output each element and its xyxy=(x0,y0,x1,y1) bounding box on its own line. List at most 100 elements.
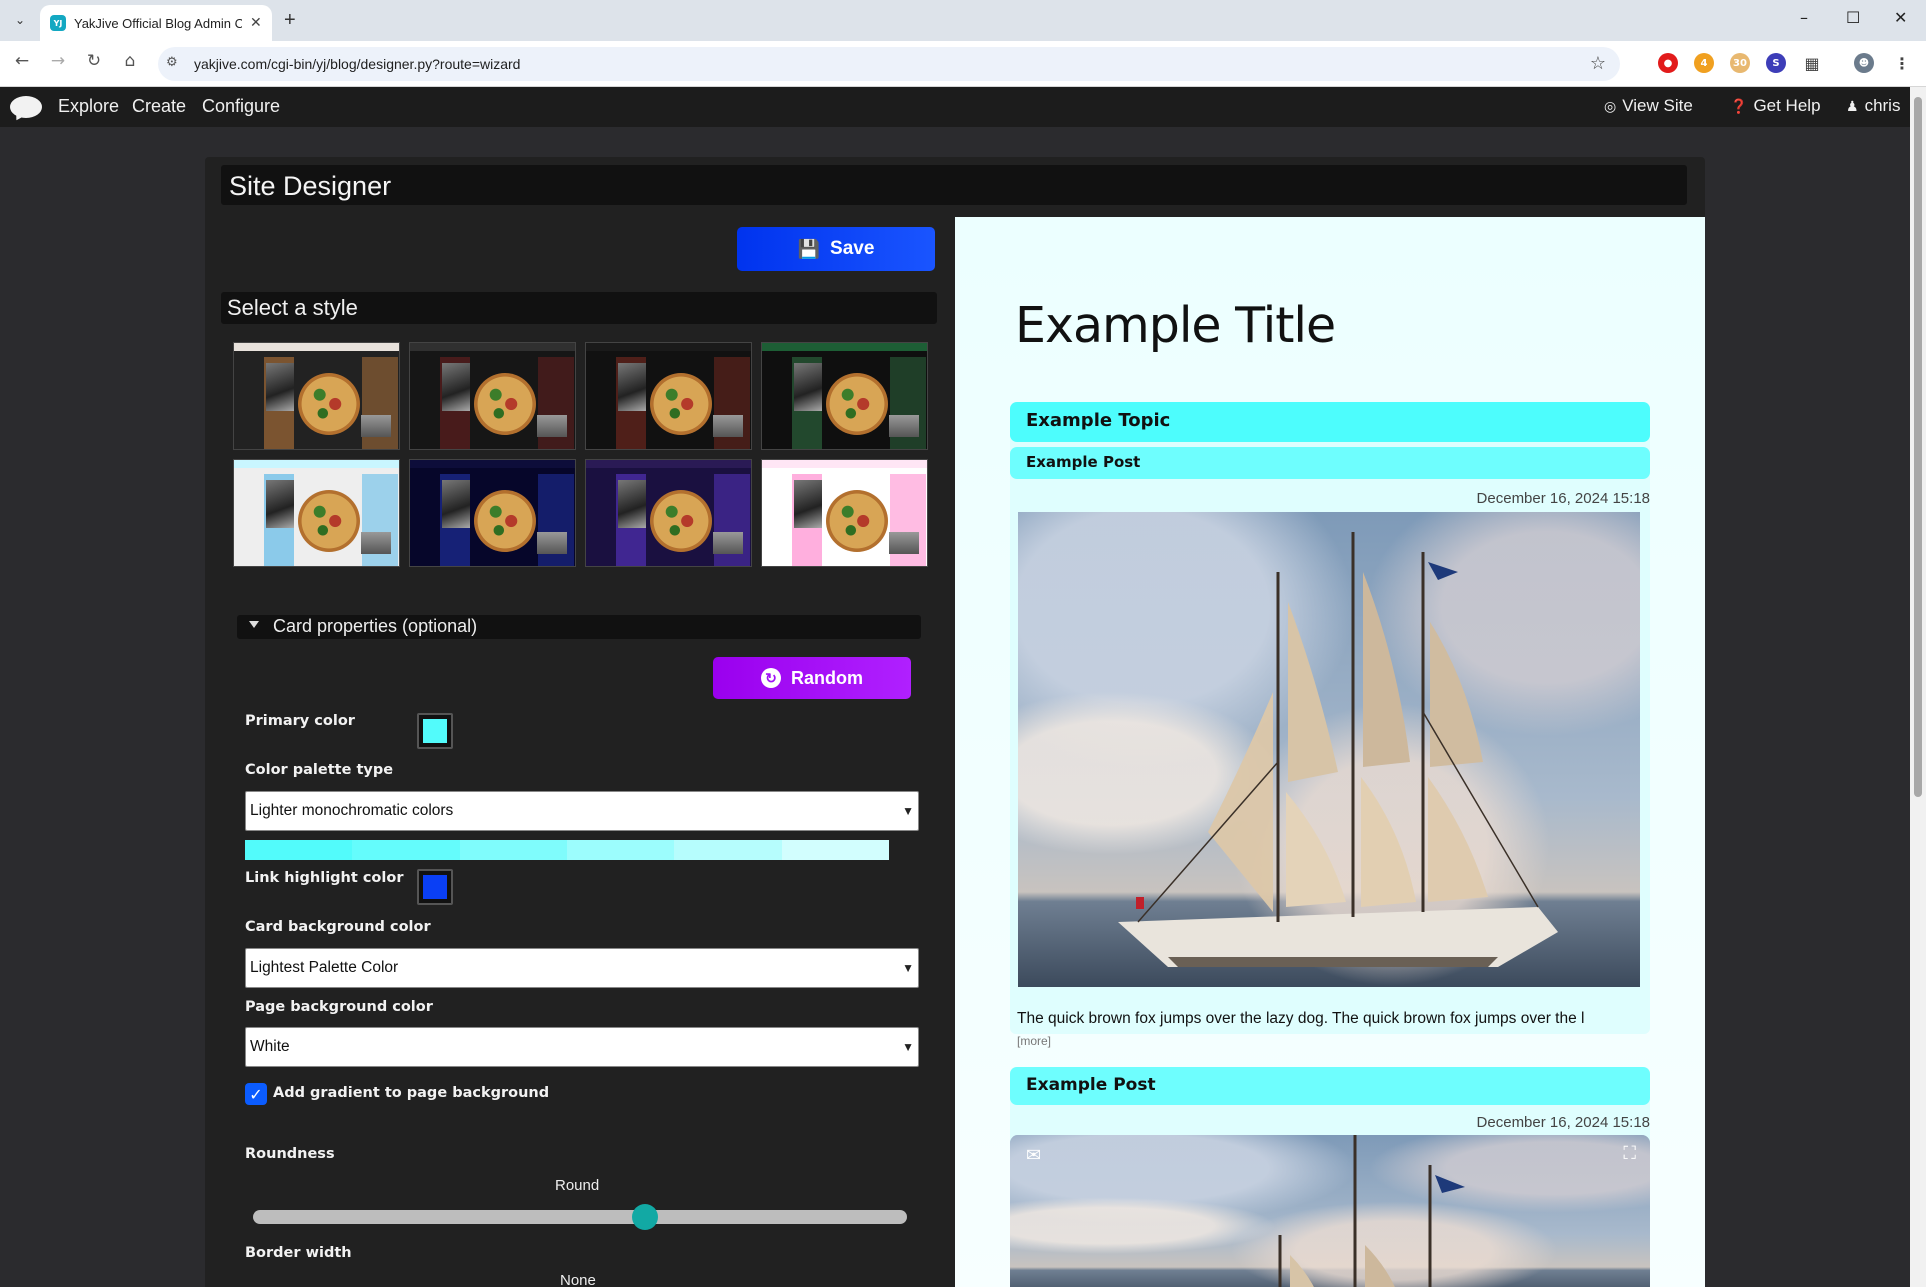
back-icon[interactable]: ← xyxy=(10,51,34,71)
nav-configure[interactable]: Configure xyxy=(202,96,280,117)
globe-icon: ◎ xyxy=(1604,97,1617,114)
panel-header: Site Designer xyxy=(221,165,1687,205)
link-color-swatch xyxy=(423,875,447,899)
site-designer-panel: Site Designer 💾 Save Select a style Card… xyxy=(205,157,1705,1287)
browser-tab[interactable]: YJ YakJive Official Blog Admin Con ✕ xyxy=(40,5,272,41)
site-info-icon[interactable]: ⚙ xyxy=(166,55,178,70)
extensions-puzzle-icon[interactable]: ▦ xyxy=(1802,53,1822,73)
primary-color-picker[interactable] xyxy=(417,713,453,749)
preview-topic-bar[interactable]: Example Topic xyxy=(1010,402,1650,442)
style-thumbnail[interactable] xyxy=(761,459,928,567)
adblock-extension-icon[interactable]: ● xyxy=(1658,53,1678,73)
card-bg-value: Lightest Palette Color xyxy=(250,959,399,976)
help-icon: ❓ xyxy=(1730,97,1748,114)
style-thumbnail[interactable] xyxy=(585,342,752,450)
select-chevron-icon: ▼ xyxy=(902,804,914,818)
user-name: chris xyxy=(1864,96,1901,115)
page-bg-value: White xyxy=(250,1038,290,1055)
border-width-label: Border width xyxy=(245,1245,352,1261)
palette-swatch xyxy=(674,840,782,860)
user-menu[interactable]: ♟ chris xyxy=(1846,96,1900,116)
ship-illustration xyxy=(1118,532,1558,967)
roundness-slider-thumb[interactable] xyxy=(632,1204,659,1230)
card-bg-select[interactable]: Lightest Palette Color ▼ xyxy=(245,948,919,988)
random-label: Random xyxy=(791,667,863,688)
page-bg-select[interactable]: White ▼ xyxy=(245,1027,919,1067)
save-button[interactable]: 💾 Save xyxy=(737,227,935,271)
minimize-icon[interactable]: – xyxy=(1800,8,1808,27)
palette-swatch xyxy=(245,840,353,860)
preview-post-date-2: December 16, 2024 15:18 xyxy=(1476,1114,1650,1131)
app-navbar: Explore Create Configure ◎ View Site ❓ G… xyxy=(0,87,1910,127)
preview-post-bar[interactable]: Example Post xyxy=(1010,447,1650,479)
style-thumbnail[interactable] xyxy=(761,342,928,450)
card-properties-toggle[interactable]: Card properties (optional) xyxy=(237,615,921,639)
style-thumbnail[interactable] xyxy=(233,459,400,567)
scrollbar-thumb[interactable] xyxy=(1914,97,1922,797)
gradient-checkbox[interactable]: ✓ xyxy=(245,1083,267,1105)
palette-preview xyxy=(245,840,889,860)
style-section-header: Select a style xyxy=(221,292,937,324)
url-text[interactable]: yakjive.com/cgi-bin/yj/blog/designer.py?… xyxy=(194,56,520,72)
preview-post-bar-2[interactable]: Example Post xyxy=(1010,1067,1650,1105)
caret-down-icon xyxy=(249,621,259,628)
get-help-label: Get Help xyxy=(1753,96,1821,115)
reload-icon[interactable]: ↻ xyxy=(82,51,106,71)
view-site-link[interactable]: ◎ View Site xyxy=(1604,96,1693,116)
roundness-slider-track[interactable] xyxy=(253,1210,907,1224)
get-help-link[interactable]: ❓ Get Help xyxy=(1730,96,1821,116)
weather-extension-icon[interactable]: 30 xyxy=(1730,53,1750,73)
nav-create[interactable]: Create xyxy=(132,96,186,117)
browser-menu-icon[interactable]: ⋮ xyxy=(1892,53,1912,73)
page-scrollbar[interactable] xyxy=(1910,87,1926,1287)
style-thumbnail[interactable] xyxy=(233,342,400,450)
random-button[interactable]: ↻ Random xyxy=(713,657,911,699)
ship-illustration-2 xyxy=(1278,1135,1465,1287)
forward-icon[interactable]: → xyxy=(46,51,70,71)
border-width-value: None xyxy=(560,1272,596,1287)
style-section-title: Select a style xyxy=(227,295,358,320)
page-bg-label: Page background color xyxy=(245,999,433,1015)
save-label: Save xyxy=(830,238,875,259)
fullscreen-icon[interactable]: ⛶ xyxy=(1623,1143,1636,1164)
new-tab-icon[interactable]: + xyxy=(284,9,296,32)
home-icon[interactable]: ⌂ xyxy=(118,51,142,71)
s-extension-icon[interactable]: S xyxy=(1766,53,1786,73)
close-window-icon[interactable]: ✕ xyxy=(1894,8,1907,27)
palette-swatch xyxy=(566,840,675,860)
link-color-picker[interactable] xyxy=(417,869,453,905)
folder-extension-icon[interactable]: 4 xyxy=(1694,53,1714,73)
preview-post-title-2: Example Post xyxy=(1026,1075,1156,1095)
profile-avatar[interactable]: ☻ xyxy=(1854,53,1874,73)
style-preview: Example Title Example Topic Example Post… xyxy=(955,217,1705,1287)
address-bar[interactable]: ⚙ yakjive.com/cgi-bin/yj/blog/designer.p… xyxy=(158,47,1620,81)
style-thumbnail-grid xyxy=(233,342,928,567)
select-chevron-icon: ▼ xyxy=(902,961,914,975)
floppy-disk-icon: 💾 xyxy=(797,238,821,259)
palette-swatch xyxy=(352,840,460,860)
preview-more-link[interactable]: [more] xyxy=(1017,1034,1051,1048)
refresh-icon: ↻ xyxy=(761,668,781,688)
browser-tabstrip: ⌄ YJ YakJive Official Blog Admin Con ✕ +… xyxy=(0,0,1926,41)
roundness-value: Round xyxy=(555,1177,600,1194)
tab-list-chevron-icon[interactable]: ⌄ xyxy=(8,8,32,32)
bookmark-star-icon[interactable]: ☆ xyxy=(1590,53,1606,74)
palette-type-select[interactable]: Lighter monochromatic colors ▼ xyxy=(245,791,919,831)
tab-close-icon[interactable]: ✕ xyxy=(250,15,262,31)
mail-icon[interactable]: ✉ xyxy=(1026,1145,1041,1166)
palette-type-label: Color palette type xyxy=(245,762,394,778)
preview-excerpt: The quick brown fox jumps over the lazy … xyxy=(1017,1010,1585,1027)
style-thumbnail[interactable] xyxy=(409,342,576,450)
preview-post-title: Example Post xyxy=(1026,453,1141,471)
sailing-ship-photo-2: ✉ ⛶ xyxy=(1010,1135,1650,1287)
browser-toolbar: ← → ↻ ⌂ ⚙ yakjive.com/cgi-bin/yj/blog/de… xyxy=(0,41,1926,87)
style-thumbnail[interactable] xyxy=(409,459,576,567)
card-bg-label: Card background color xyxy=(245,919,431,935)
card-properties-title: Card properties (optional) xyxy=(273,616,478,636)
style-thumbnail[interactable] xyxy=(585,459,752,567)
roundness-label: Roundness xyxy=(245,1146,335,1162)
sailing-ship-photo xyxy=(1018,512,1640,987)
nav-explore[interactable]: Explore xyxy=(58,96,119,117)
tab-title: YakJive Official Blog Admin Con xyxy=(74,15,242,31)
maximize-icon[interactable]: ☐ xyxy=(1846,8,1860,27)
